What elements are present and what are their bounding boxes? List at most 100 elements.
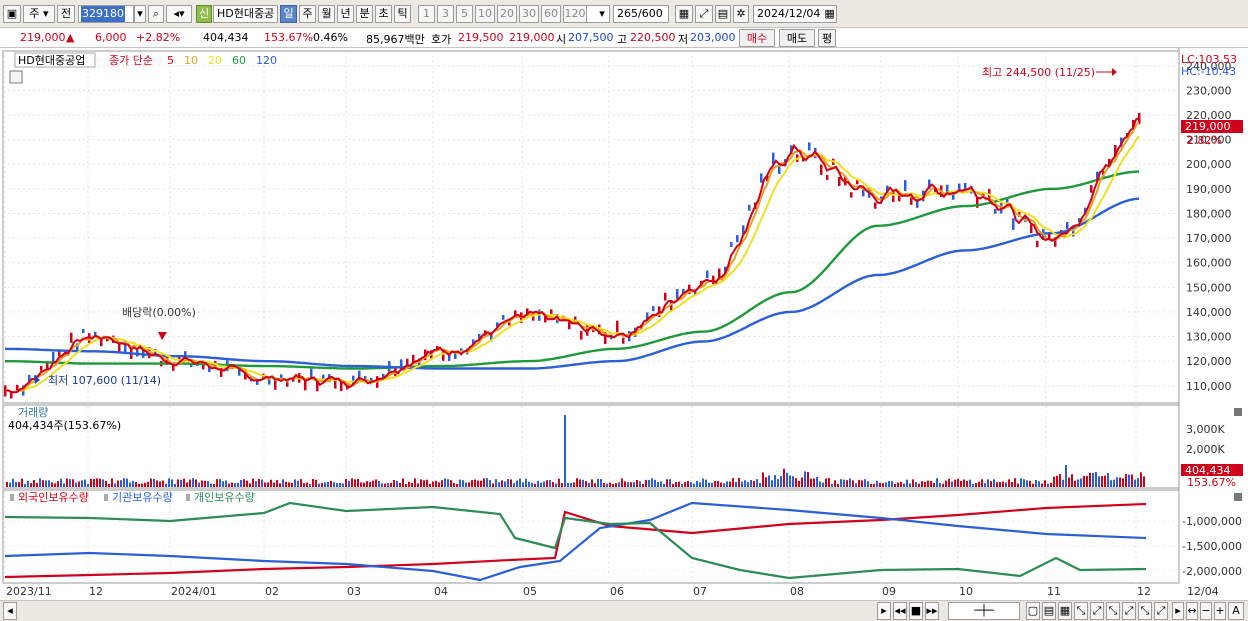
zoom-out-icon[interactable]: − xyxy=(1200,602,1212,620)
prev-button[interactable]: 전 xyxy=(57,5,75,23)
stock-code-input[interactable]: 329180 xyxy=(78,5,134,23)
period-button-1[interactable]: 주 xyxy=(299,5,316,23)
tool-icon-2[interactable]: ▤ xyxy=(1042,602,1056,620)
volume-bar xyxy=(96,478,98,487)
volume-y-tick: 3,000K xyxy=(1186,423,1225,436)
interval-button-120[interactable]: 120 xyxy=(563,5,587,23)
tool-icon-4[interactable]: ⤡ xyxy=(1074,602,1088,620)
volume-bar xyxy=(1083,475,1085,487)
buy-button[interactable]: 매수 xyxy=(739,29,775,47)
volume-bar xyxy=(870,483,872,487)
period-button-4[interactable]: 분 xyxy=(356,5,373,23)
period-button-6[interactable]: 틱 xyxy=(394,5,411,23)
volume-bar xyxy=(825,478,827,487)
scroll-left-icon[interactable]: ◂ xyxy=(3,602,17,620)
volume-bar xyxy=(693,483,695,487)
interval-button-60[interactable]: 60 xyxy=(541,5,561,23)
tool-icon-6[interactable]: ⤡ xyxy=(1106,602,1120,620)
interval-button-10[interactable]: 10 xyxy=(475,5,495,23)
tool-icon-5[interactable]: ⤢ xyxy=(1090,602,1104,620)
turnover-rate: 0.46% xyxy=(313,31,348,44)
volume-bar xyxy=(948,478,950,487)
volume-bar xyxy=(699,482,701,487)
chart-svg[interactable]: 240,000230,000220,000210,000200,000190,0… xyxy=(0,48,1248,600)
code-dropdown-icon[interactable]: ▾ xyxy=(134,5,146,23)
scroll-right-icon[interactable]: ▸ xyxy=(877,602,891,620)
zoom-slider[interactable]: ─┼─ xyxy=(948,602,1020,620)
interval-button-1[interactable]: 1 xyxy=(418,5,435,23)
gear-icon[interactable]: ✲ xyxy=(733,5,749,23)
period-button-5[interactable]: 초 xyxy=(375,5,392,23)
volume-bar xyxy=(807,472,809,487)
zoom-in-icon[interactable]: + xyxy=(1214,602,1226,620)
candle xyxy=(838,176,841,187)
volume-bar xyxy=(1128,474,1130,487)
volume-bar xyxy=(63,483,65,487)
volume-bar xyxy=(516,480,518,487)
volume-bar xyxy=(45,480,47,487)
volume-bar xyxy=(72,479,74,487)
holding-legend-marker xyxy=(186,494,190,501)
price-y-tick: 120,000 xyxy=(1186,355,1232,368)
date-value: 2024/12/04 xyxy=(757,7,821,20)
volume-bar xyxy=(225,480,227,487)
holding-legend-marker xyxy=(104,494,108,501)
period-button-3[interactable]: 년 xyxy=(337,5,354,23)
scroll-end-icon[interactable]: ▸ xyxy=(1172,602,1184,620)
stop-icon[interactable]: ■ xyxy=(909,602,923,620)
tool-icon-3[interactable]: ▦ xyxy=(1058,602,1072,620)
date-field[interactable]: 2024/12/04 ▦ xyxy=(753,5,837,23)
volume-bar xyxy=(18,482,20,487)
volume-bar xyxy=(954,479,956,487)
volume-close-icon[interactable] xyxy=(1234,408,1242,416)
draw-icon[interactable]: ⤢ xyxy=(695,5,713,23)
volume-bar xyxy=(963,479,965,487)
chart-tools-icon[interactable]: ▦ xyxy=(675,5,693,23)
auto-icon[interactable]: A xyxy=(1228,602,1244,620)
volume-bar xyxy=(402,478,404,487)
sell-button[interactable]: 매도 xyxy=(779,29,815,47)
rewind-icon[interactable]: ◂◂ xyxy=(893,602,907,620)
period-button-0[interactable]: 일 xyxy=(280,5,297,23)
period-button-2[interactable]: 월 xyxy=(318,5,335,23)
tool-icon-1[interactable]: ▢ xyxy=(1026,602,1040,620)
fit-icon[interactable]: ↔ xyxy=(1186,602,1198,620)
volume-bar xyxy=(918,483,920,487)
foreign-holding-line xyxy=(4,502,1147,579)
forward-icon[interactable]: ▸▸ xyxy=(925,602,939,620)
volume-bar xyxy=(999,481,1001,487)
speaker-icon[interactable]: ◂▾ xyxy=(166,5,192,23)
market-select-value: 주 xyxy=(29,7,40,20)
interval-button-30[interactable]: 30 xyxy=(519,5,539,23)
candle xyxy=(40,365,43,371)
volume-bar xyxy=(573,482,575,487)
volume-bar xyxy=(969,479,971,487)
calendar-icon[interactable]: ▦ xyxy=(824,6,834,22)
volume-bar xyxy=(546,480,548,487)
max-arrowhead xyxy=(1112,68,1117,76)
layout-icon[interactable]: ▣ xyxy=(3,5,21,23)
volume-bar xyxy=(411,482,413,487)
eval-button[interactable]: 평 xyxy=(818,29,836,47)
tool-icon-9[interactable]: ⤢ xyxy=(1154,602,1168,620)
interval-button-5[interactable]: 5 xyxy=(456,5,473,23)
holding-close-icon[interactable] xyxy=(1234,493,1242,501)
stock-name-field[interactable]: HD현대중공 xyxy=(213,5,278,23)
market-select[interactable]: 주 ▾ xyxy=(23,5,55,23)
candle xyxy=(580,331,583,340)
tool-icon-8[interactable]: ⤡ xyxy=(1138,602,1152,620)
count-field[interactable]: 265/600 xyxy=(613,5,669,23)
save-icon[interactable]: ▤ xyxy=(715,5,731,23)
volume-bar xyxy=(66,478,68,487)
interval-button-20[interactable]: 20 xyxy=(497,5,517,23)
table-toggle-icon[interactable] xyxy=(9,70,23,84)
volume-bar xyxy=(912,479,914,487)
chart-area[interactable]: 240,000 230,000 220,000 210,000 200,000 190,0… xyxy=(0,48,1248,600)
up-arrow-icon: ▲ xyxy=(66,31,75,44)
volume-bar xyxy=(69,479,71,487)
volume-bar xyxy=(531,482,533,487)
tool-icon-7[interactable]: ⤢ xyxy=(1122,602,1136,620)
search-icon[interactable]: ⌕ xyxy=(148,5,164,23)
new-badge[interactable]: 신 xyxy=(196,5,212,23)
interval-button-3[interactable]: 3 xyxy=(437,5,454,23)
